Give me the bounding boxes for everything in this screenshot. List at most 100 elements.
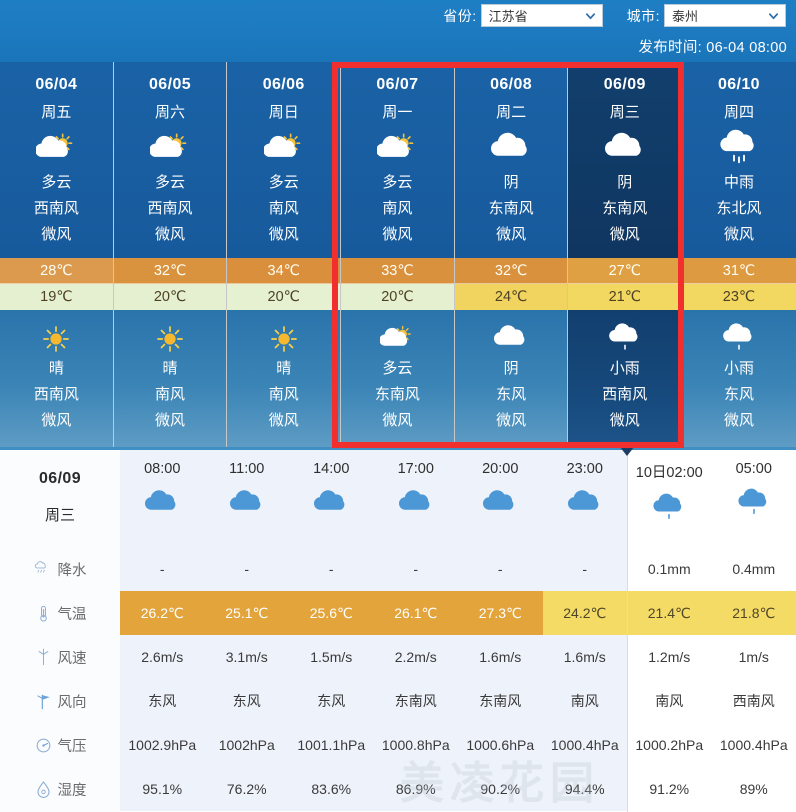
night-condition: 小雨 xyxy=(609,360,640,377)
day-wind-direction: 西南风 xyxy=(147,200,193,217)
sunny-icon xyxy=(39,322,73,356)
night-wind-direction: 西南风 xyxy=(33,386,79,403)
forecast-day-column[interactable]: 06/06 周日 多云 南风 微风 34℃ 20℃ 晴南风 微风 xyxy=(227,62,342,447)
publish-time-bar: 发布时间: 06-04 08:00 xyxy=(0,31,796,62)
day-weekday: 周五 xyxy=(41,104,72,121)
day-period-cell: 06/06 周日 多云 南风 微风 xyxy=(227,62,341,258)
day-wind-direction: 西南风 xyxy=(33,200,79,217)
light-rain-icon xyxy=(722,322,756,356)
hourly-row-label-column: 06/09 周三 降水 气温 风速 风向 气压 湿度 xyxy=(0,447,120,812)
hourly-value-cell: 90.2% xyxy=(458,767,543,811)
hourly-time-cell[interactable]: 05:00 xyxy=(711,447,796,547)
seven-day-forecast-grid: 06/04 周五 多云 西南风 微风 28℃ 19℃ 晴西南风 微风 06/05 周六 多云 西南风 微风… xyxy=(0,62,796,447)
hourly-value-cell: - xyxy=(458,547,543,591)
hourly-time-cell[interactable]: 10日02:00 xyxy=(627,447,712,547)
day-weekday: 周日 xyxy=(268,104,299,121)
low-temperature: 20℃ xyxy=(113,284,227,310)
hourly-value-cell: 86.9% xyxy=(373,767,458,811)
hourly-top-border xyxy=(0,447,796,450)
low-temperature: 24℃ xyxy=(454,284,568,310)
hourly-time-cell[interactable]: 20:00 xyxy=(458,447,543,547)
hourly-value-cell: 83.6% xyxy=(289,767,374,811)
day-date: 06/09 xyxy=(603,76,646,93)
day-condition: 多云 xyxy=(382,174,413,191)
hourly-data-area: 美凌花园 08:00 11:00 14:00 17:00 20:00 23:00 10日02… xyxy=(120,447,796,812)
night-period-cell: 晴南风 微风 xyxy=(227,310,341,447)
hourly-row-label-text: 风向 xyxy=(57,694,87,711)
day-wind-power: 微风 xyxy=(723,226,754,243)
hourly-value-cell: 24.2℃ xyxy=(542,591,627,635)
hourly-value-cell: 89% xyxy=(711,767,796,811)
hourly-value-cell: 1000.6hPa xyxy=(458,723,543,767)
low-temperature: 20℃ xyxy=(341,284,454,310)
hourly-value-cell: 1000.4hPa xyxy=(542,723,627,767)
forecast-day-column[interactable]: 06/04 周五 多云 西南风 微风 28℃ 19℃ 晴西南风 微风 xyxy=(0,62,114,447)
hourly-row-label-text: 气温 xyxy=(57,606,87,623)
cloudy-blue-icon xyxy=(398,487,433,521)
hourly-value-cell: 76.2% xyxy=(204,767,289,811)
night-condition: 小雨 xyxy=(723,360,754,377)
hourly-value-cell: 3.1m/s xyxy=(204,635,289,679)
hourly-value-cell: 东风 xyxy=(289,679,374,723)
night-wind-power: 微风 xyxy=(382,412,413,429)
forecast-day-column[interactable]: 06/09 周三阴东南风 微风 27℃ 21℃ 小雨 西南风 微风 xyxy=(568,62,683,447)
province-select[interactable]: 江苏省 xyxy=(480,4,603,27)
hourly-value-cell: 25.1℃ xyxy=(204,591,289,635)
hourly-time-cell[interactable]: 14:00 xyxy=(289,447,374,547)
day-condition: 阴 xyxy=(617,174,633,191)
hourly-time-cell[interactable]: 11:00 xyxy=(205,447,290,547)
page-header: 省份: 江苏省 城市: 泰州 发布时间: 06-04 08:00 xyxy=(0,0,796,62)
hourly-value-cell: 1002.9hPa xyxy=(120,723,205,767)
night-wind-direction: 东南风 xyxy=(374,386,420,403)
hourly-detail-table: 06/09 周三 降水 气温 风速 风向 气压 湿度 美凌花园 08:00 11:00 14:00… xyxy=(0,447,796,812)
day-split-divider xyxy=(627,447,628,812)
day-date: 06/08 xyxy=(490,76,533,93)
high-temperature: 28℃ xyxy=(0,258,113,284)
night-wind-direction: 南风 xyxy=(155,386,186,403)
hourly-time-cell[interactable]: 17:00 xyxy=(374,447,459,547)
hourly-value-cell: - xyxy=(542,547,627,591)
hourly-value-cell: - xyxy=(120,547,205,591)
night-wind-power: 微风 xyxy=(496,412,527,429)
day-date: 06/10 xyxy=(717,76,760,93)
hourly-time-cell[interactable]: 23:00 xyxy=(543,447,628,547)
humidity-icon xyxy=(34,780,53,799)
forecast-day-column[interactable]: 06/08 周二阴东南风 微风 32℃ 24℃ 阴东风 微风 xyxy=(454,62,569,447)
hourly-time-cell[interactable]: 08:00 xyxy=(120,447,205,547)
hourly-value-cell: 2.6m/s xyxy=(120,635,205,679)
forecast-day-column[interactable]: 06/07 周一 多云 南风 微风 33℃ 20℃ 多云 东南风 微风 xyxy=(341,62,455,447)
cloudy-icon xyxy=(494,322,528,356)
night-wind-direction: 南风 xyxy=(268,386,299,403)
hourly-time: 08:00 xyxy=(144,461,181,477)
night-period-cell: 晴南风 微风 xyxy=(113,310,227,447)
high-temperature: 32℃ xyxy=(454,258,568,284)
forecast-day-column[interactable]: 06/05 周六 多云 西南风 微风 32℃ 20℃ 晴南风 微风 xyxy=(113,62,228,447)
day-condition: 多云 xyxy=(41,174,72,191)
night-condition: 晴 xyxy=(276,360,292,377)
hourly-temperature-row: 26.2℃ 25.1℃ 25.6℃ 26.1℃ 27.3℃ 24.2℃ 21.4℃ 21.8℃ xyxy=(120,591,796,635)
day-period-cell: 06/09 周三阴东南风 微风 xyxy=(568,62,682,258)
hourly-time: 10日02:00 xyxy=(635,465,703,481)
hourly-pressure-row: 1002.9hPa 1002hPa 1001.1hPa 1000.8hPa 1000.6… xyxy=(120,723,796,767)
city-select[interactable]: 泰州 xyxy=(664,4,786,27)
day-wind-power: 微风 xyxy=(41,226,72,243)
night-period-cell: 晴西南风 微风 xyxy=(0,310,113,447)
night-wind-power: 微风 xyxy=(609,412,640,429)
hourly-row-label: 降水 xyxy=(0,547,120,591)
night-wind-direction: 东风 xyxy=(723,386,754,403)
hourly-value-cell: 1.6m/s xyxy=(458,635,543,679)
forecast-day-column[interactable]: 06/10 周四 中雨 东北风 微风 31℃ 23℃ 小雨 东风 微风 xyxy=(682,62,796,447)
hourly-value-cell: 21.4℃ xyxy=(627,591,712,635)
low-temperature: 21℃ xyxy=(568,284,682,310)
night-condition: 晴 xyxy=(162,360,178,377)
hourly-winddirection-row: 东风 东风 东风 东南风 东南风 南风 南风 西南风 xyxy=(120,679,796,723)
hourly-row-label: 风向 xyxy=(0,679,120,723)
chevron-down-icon xyxy=(585,10,596,21)
hourly-header-row: 08:00 11:00 14:00 17:00 20:00 23:00 10日02:00 05… xyxy=(120,447,796,547)
hourly-value-cell: 1000.4hPa xyxy=(711,723,796,767)
hourly-value-cell: 东风 xyxy=(204,679,289,723)
hourly-value-cell: 25.6℃ xyxy=(289,591,374,635)
publish-time: 发布时间: 06-04 08:00 xyxy=(638,40,787,56)
hourly-value-cell: 1.5m/s xyxy=(289,635,374,679)
day-wind-power: 微风 xyxy=(268,226,299,243)
